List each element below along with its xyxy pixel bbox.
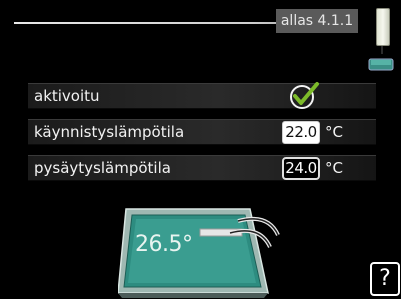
row-label-start-temperature: käynnistyslämpötila bbox=[34, 123, 185, 141]
start-temperature-unit: °C bbox=[325, 123, 343, 141]
stop-temperature-value[interactable]: 24.0 bbox=[282, 157, 320, 180]
row-label-stop-temperature: pysäytyslämpötila bbox=[34, 159, 171, 177]
pool-settings-screen: allas 4.1.1 aktivoitu käynnistyslämpötil… bbox=[0, 0, 401, 298]
start-temperature-value[interactable]: 22.0 bbox=[282, 121, 320, 144]
row-activated[interactable]: aktivoitu bbox=[28, 80, 376, 110]
row-stop-temperature[interactable]: pysäytyslämpötila 24.0 °C bbox=[28, 155, 376, 181]
checkmark-icon[interactable] bbox=[288, 80, 320, 110]
help-icon[interactable]: ? bbox=[370, 262, 400, 296]
scrollbar-track bbox=[381, 46, 383, 54]
scrollbar-thumb-icon[interactable] bbox=[376, 8, 390, 46]
row-label-activated: aktivoitu bbox=[34, 87, 100, 105]
menu-id-label: allas 4.1.1 bbox=[276, 9, 358, 33]
pool-icon bbox=[368, 58, 394, 71]
pool-temperature: 26.5° bbox=[135, 232, 193, 257]
row-start-temperature[interactable]: käynnistyslämpötila 22.0 °C bbox=[28, 119, 376, 145]
stop-temperature-unit: °C bbox=[325, 159, 343, 177]
